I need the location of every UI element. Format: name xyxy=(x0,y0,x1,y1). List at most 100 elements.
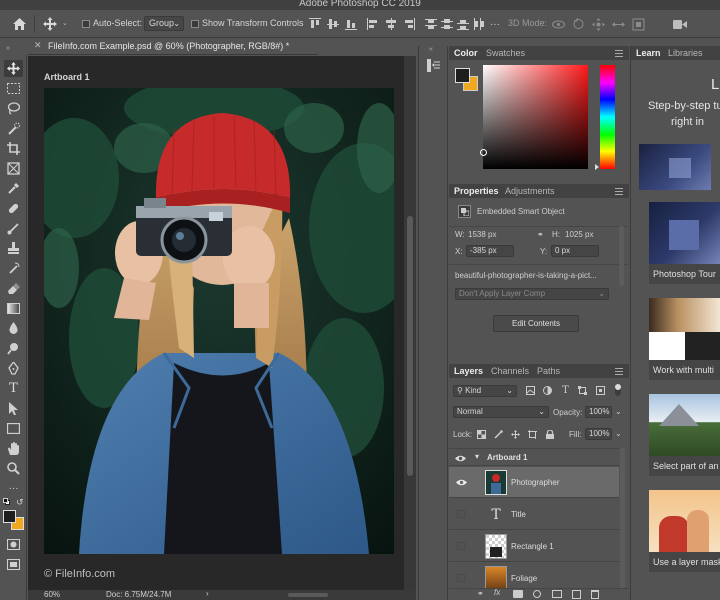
filter-pixel-icon[interactable] xyxy=(525,385,536,396)
blend-mode-dropdown[interactable]: Normal ⌄ xyxy=(453,406,549,418)
add-mask-icon[interactable] xyxy=(513,590,523,598)
height-value[interactable]: 1025 px xyxy=(565,230,593,239)
tab-swatches[interactable]: Swatches xyxy=(486,48,525,58)
tab-adjustments[interactable]: Adjustments xyxy=(505,186,555,196)
layer-group-artboard[interactable]: ▾ Artboard 1 xyxy=(449,448,619,466)
more-tools-icon[interactable]: ··· xyxy=(4,480,23,497)
properties-scrollbar[interactable] xyxy=(619,226,624,286)
align-horizontal-center-icon[interactable] xyxy=(384,17,398,31)
collapse-tools-icon[interactable]: » xyxy=(6,45,10,52)
edit-contents-button[interactable]: Edit Contents xyxy=(493,315,579,332)
hue-slider[interactable] xyxy=(600,65,615,169)
visibility-toggle[interactable] xyxy=(457,510,465,518)
tab-paths[interactable]: Paths xyxy=(537,366,560,376)
tab-learn[interactable]: Learn xyxy=(636,48,661,58)
filter-smart-object-icon[interactable] xyxy=(595,385,606,396)
align-bottom-icon[interactable] xyxy=(344,17,358,31)
history-panel-icon[interactable] xyxy=(426,58,442,72)
quick-mask-icon[interactable] xyxy=(5,538,21,551)
roll-3d-icon[interactable] xyxy=(571,17,586,31)
width-value[interactable]: 1538 px xyxy=(468,230,496,239)
tab-layers[interactable]: Layers xyxy=(454,366,483,376)
eye-icon[interactable] xyxy=(454,452,466,464)
align-top-icon[interactable] xyxy=(308,17,322,31)
quick-selection-tool-icon[interactable] xyxy=(4,120,23,137)
y-field[interactable]: 0 px xyxy=(551,245,599,257)
hand-tool-icon[interactable] xyxy=(4,440,23,457)
visibility-toggle[interactable] xyxy=(457,574,465,582)
opacity-field[interactable]: 100% xyxy=(585,406,612,418)
status-chevron-icon[interactable]: › xyxy=(206,589,209,598)
foreground-color-swatch[interactable] xyxy=(3,510,16,523)
link-icon[interactable]: ⚭ xyxy=(537,230,544,239)
marquee-tool-icon[interactable] xyxy=(4,80,23,97)
filter-shape-icon[interactable] xyxy=(577,385,588,396)
distribute-center-icon[interactable] xyxy=(440,17,454,31)
close-tab-icon[interactable]: ✕ xyxy=(34,40,42,51)
auto-select-dropdown[interactable]: Group ⌄ xyxy=(144,16,184,31)
collapse-strip-icon[interactable]: « xyxy=(429,46,433,53)
layer-effects-icon[interactable]: fx xyxy=(494,588,500,597)
more-options-icon[interactable]: ··· xyxy=(488,17,502,31)
layer-comp-dropdown[interactable]: Don't Apply Layer Comp ⌄ xyxy=(455,288,609,300)
home-icon[interactable] xyxy=(10,16,28,32)
align-right-icon[interactable] xyxy=(402,17,416,31)
filter-kind-dropdown[interactable]: ⚲ Kind ⌄ xyxy=(453,385,517,397)
hue-slider-handle[interactable] xyxy=(595,164,599,170)
tab-channels[interactable]: Channels xyxy=(491,366,529,376)
frame-tool-icon[interactable] xyxy=(4,160,23,177)
panel-menu-icon[interactable] xyxy=(615,188,623,195)
x-field[interactable]: -385 px xyxy=(466,245,514,257)
dodge-tool-icon[interactable] xyxy=(4,340,23,357)
crop-tool-icon[interactable] xyxy=(4,140,23,157)
move-tool-icon[interactable] xyxy=(42,16,58,32)
brush-tool-icon[interactable] xyxy=(4,220,23,237)
pan-3d-icon[interactable] xyxy=(591,17,606,31)
layer-row-title[interactable]: T Title xyxy=(449,499,619,530)
panel-menu-icon[interactable] xyxy=(615,50,623,57)
color-field[interactable] xyxy=(480,65,588,169)
clone-stamp-tool-icon[interactable] xyxy=(4,240,23,257)
lock-artboard-icon[interactable] xyxy=(527,429,538,440)
screen-mode-icon[interactable] xyxy=(5,558,21,571)
scale-3d-icon[interactable] xyxy=(631,17,646,31)
tool-preset-chevron-icon[interactable]: ⌄ xyxy=(62,19,68,27)
type-tool-icon[interactable]: T xyxy=(4,380,23,397)
auto-select-checkbox[interactable] xyxy=(82,20,90,28)
layers-scrollbar[interactable] xyxy=(620,448,625,588)
path-selection-tool-icon[interactable] xyxy=(4,400,23,417)
document-tab[interactable]: ✕ FileInfo.com Example.psd @ 60% (Photog… xyxy=(28,38,318,55)
distribute-top-icon[interactable] xyxy=(424,17,438,31)
align-vertical-center-icon[interactable] xyxy=(326,17,340,31)
tab-libraries[interactable]: Libraries xyxy=(668,48,703,58)
distribute-bottom-icon[interactable] xyxy=(456,17,470,31)
zoom-level[interactable]: 60% xyxy=(44,590,60,599)
eraser-tool-icon[interactable] xyxy=(4,280,23,297)
tab-properties[interactable]: Properties xyxy=(454,186,499,196)
move-tool-icon[interactable] xyxy=(4,60,23,77)
show-transform-checkbox[interactable] xyxy=(191,20,199,28)
lasso-tool-icon[interactable] xyxy=(4,100,23,117)
scroll-thumb[interactable] xyxy=(407,216,413,476)
layer-row-rectangle[interactable]: Rectangle 1 xyxy=(449,531,619,562)
adjustment-layer-icon[interactable] xyxy=(533,590,541,598)
lock-transparent-icon[interactable] xyxy=(476,429,487,440)
fill-chevron-icon[interactable]: ⌄ xyxy=(615,429,622,438)
filter-type-icon[interactable]: T xyxy=(560,385,571,396)
lock-all-icon[interactable] xyxy=(544,429,555,440)
delete-layer-icon[interactable] xyxy=(591,590,599,599)
slide-3d-icon[interactable] xyxy=(611,17,626,31)
align-left-icon[interactable] xyxy=(366,17,380,31)
lock-position-icon[interactable] xyxy=(510,429,521,440)
tab-color[interactable]: Color xyxy=(454,48,478,58)
eyedropper-tool-icon[interactable] xyxy=(4,180,23,197)
eye-icon[interactable] xyxy=(455,476,467,488)
opacity-chevron-icon[interactable]: ⌄ xyxy=(615,407,622,416)
new-group-icon[interactable] xyxy=(552,590,562,598)
history-brush-tool-icon[interactable] xyxy=(4,260,23,277)
healing-brush-tool-icon[interactable] xyxy=(4,200,23,217)
color-picker-marker[interactable] xyxy=(480,149,487,156)
zoom-tool-icon[interactable] xyxy=(4,460,23,477)
lock-pixels-icon[interactable] xyxy=(493,429,504,440)
filter-adjustment-icon[interactable] xyxy=(542,385,553,396)
